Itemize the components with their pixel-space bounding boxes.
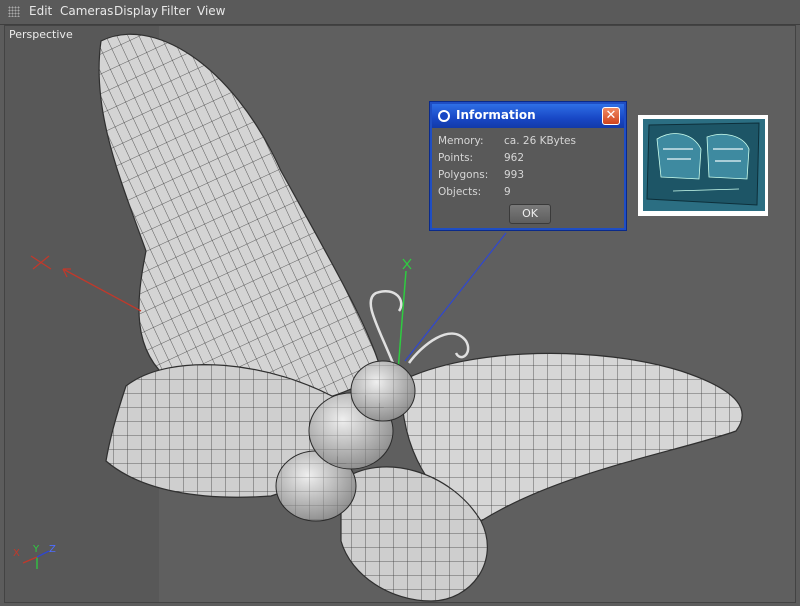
axis-z-line	[404, 232, 507, 362]
menu-edit[interactable]: Edit	[29, 4, 52, 18]
info-row-memory: Memory: ca. 26 KBytes	[438, 135, 576, 147]
info-value: 9	[504, 186, 511, 198]
info-value: 962	[504, 152, 525, 164]
close-icon: ✕	[605, 108, 617, 123]
axis-y-marker	[402, 258, 412, 270]
menu-cameras[interactable]: Cameras	[60, 4, 113, 18]
menu-view[interactable]: View	[197, 4, 225, 18]
info-row-objects: Objects: 9	[438, 186, 511, 198]
right-antenna	[407, 332, 470, 364]
butterfly-scene[interactable]	[5, 26, 796, 603]
menu-grip-icon[interactable]	[8, 6, 20, 17]
info-key: Polygons:	[438, 169, 489, 181]
viewport-title: Perspective	[9, 28, 73, 41]
info-key: Memory:	[438, 135, 484, 147]
axis-y-line	[397, 270, 407, 372]
menu-bar: Edit Cameras Display Filter View	[0, 0, 800, 25]
thumbnail-image	[643, 119, 765, 211]
dialog-title-bar[interactable]: Information ✕	[432, 104, 624, 128]
gizmo-z-label: Z	[49, 544, 56, 555]
info-key: Objects:	[438, 186, 482, 198]
app-icon	[438, 110, 450, 122]
information-dialog: Information ✕ Memory: ca. 26 KBytes Point…	[430, 102, 626, 230]
menu-display[interactable]: Display	[114, 4, 158, 18]
gizmo-y-label: Y	[33, 544, 40, 555]
info-row-polygons: Polygons: 993	[438, 169, 524, 181]
dialog-title: Information	[456, 108, 536, 122]
info-row-points: Points: 962	[438, 152, 524, 164]
ok-button[interactable]: OK	[509, 204, 551, 224]
gizmo-x-label: X	[13, 548, 20, 559]
close-button[interactable]: ✕	[602, 107, 620, 125]
info-key: Points:	[438, 152, 474, 164]
preview-thumbnail	[638, 115, 768, 216]
perspective-viewport[interactable]: Perspective X Y Z	[4, 25, 796, 603]
menu-filter[interactable]: Filter	[161, 4, 191, 18]
info-value: 993	[504, 169, 525, 181]
info-value: ca. 26 KBytes	[504, 135, 576, 147]
